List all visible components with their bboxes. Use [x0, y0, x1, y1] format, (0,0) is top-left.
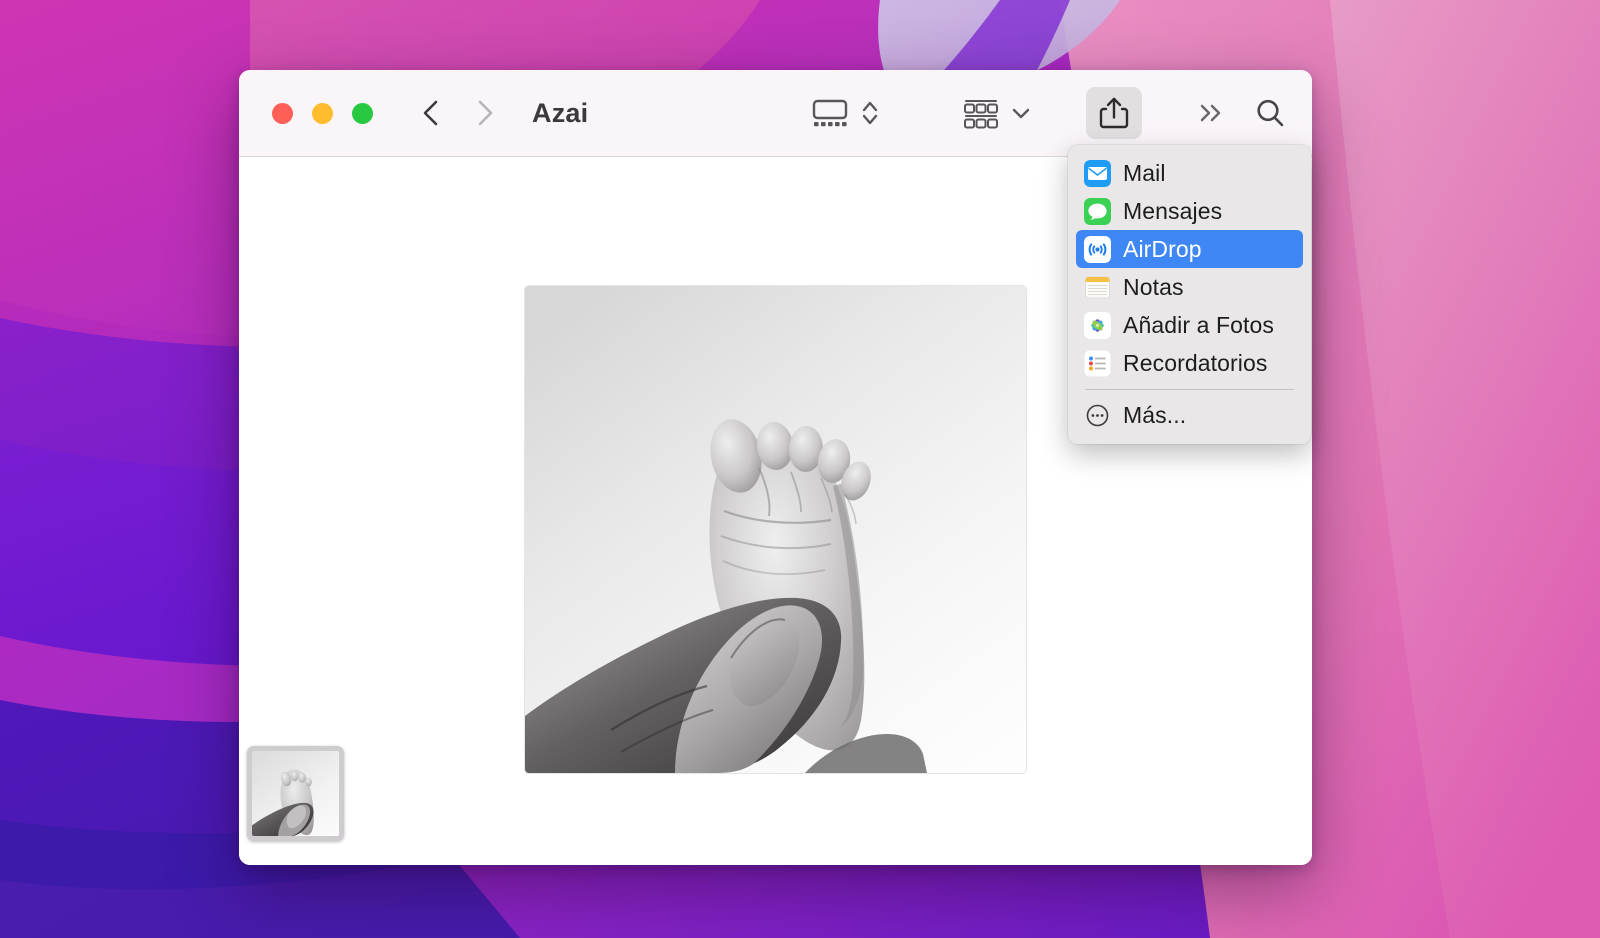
view-mode-group	[808, 96, 880, 130]
share-button[interactable]	[1086, 87, 1142, 139]
share-menu[interactable]: Mail Mensajes AirDrop Notas Añadir a Fot…	[1068, 145, 1311, 444]
grid-rows-icon[interactable]	[960, 96, 1002, 130]
share-menu-label: Notas	[1123, 273, 1184, 300]
page-title: Azai	[532, 97, 589, 128]
share-menu-label: Mensajes	[1123, 197, 1223, 224]
search-icon[interactable]	[1254, 97, 1286, 129]
share-menu-item-mensajes[interactable]: Mensajes	[1076, 192, 1303, 230]
share-menu-item-notas[interactable]: Notas	[1076, 268, 1303, 306]
share-menu-item-mail[interactable]: Mail	[1076, 154, 1303, 192]
page-thumbnail-image	[252, 751, 339, 836]
double-chevron-right-icon[interactable]	[1194, 100, 1228, 126]
share-menu-label: Añadir a Fotos	[1123, 311, 1274, 338]
messages-app-icon	[1084, 197, 1111, 225]
close-button[interactable]	[272, 102, 293, 124]
share-menu-label: Recordatorios	[1123, 349, 1268, 376]
chevron-left-icon[interactable]	[418, 97, 444, 129]
thumbnail-photo	[252, 751, 339, 836]
window-toolbar: Azai	[239, 70, 1312, 157]
toolbar-right-group	[808, 70, 1312, 156]
document-image[interactable]	[525, 286, 1026, 773]
ellipsis-circle-icon	[1084, 402, 1111, 429]
share-menu-item-anadir-a-fotos[interactable]: Añadir a Fotos	[1076, 306, 1303, 344]
page-thumbnail[interactable]	[247, 746, 344, 841]
airdrop-icon	[1084, 235, 1111, 263]
traffic-lights	[272, 102, 373, 124]
share-menu-separator	[1085, 389, 1294, 390]
minimize-button[interactable]	[312, 102, 333, 124]
share-icon	[1099, 96, 1129, 130]
chevron-up-down-icon[interactable]	[860, 97, 880, 129]
share-menu-label: Más...	[1123, 401, 1187, 428]
share-menu-label: Mail	[1123, 159, 1166, 186]
preview-window[interactable]: Azai Mail Mensajes AirDrop Notas Añadir …	[239, 70, 1312, 865]
navigation-arrows	[418, 97, 498, 129]
mail-app-icon	[1084, 159, 1111, 187]
reminders-app-icon	[1084, 349, 1111, 377]
markup-group	[960, 96, 1032, 130]
share-menu-item-recordatorios[interactable]: Recordatorios	[1076, 344, 1303, 382]
maximize-button[interactable]	[352, 102, 373, 124]
contact-sheet-icon[interactable]	[808, 96, 852, 130]
share-menu-item-mas[interactable]: Más...	[1076, 396, 1303, 434]
chevron-down-icon[interactable]	[1010, 102, 1032, 124]
photos-app-icon	[1084, 311, 1111, 339]
baby-foot-photo	[525, 286, 1026, 773]
share-menu-item-airdrop[interactable]: AirDrop	[1076, 230, 1303, 268]
chevron-right-icon[interactable]	[472, 97, 498, 129]
share-menu-label: AirDrop	[1123, 235, 1202, 262]
notes-app-icon	[1084, 274, 1111, 301]
